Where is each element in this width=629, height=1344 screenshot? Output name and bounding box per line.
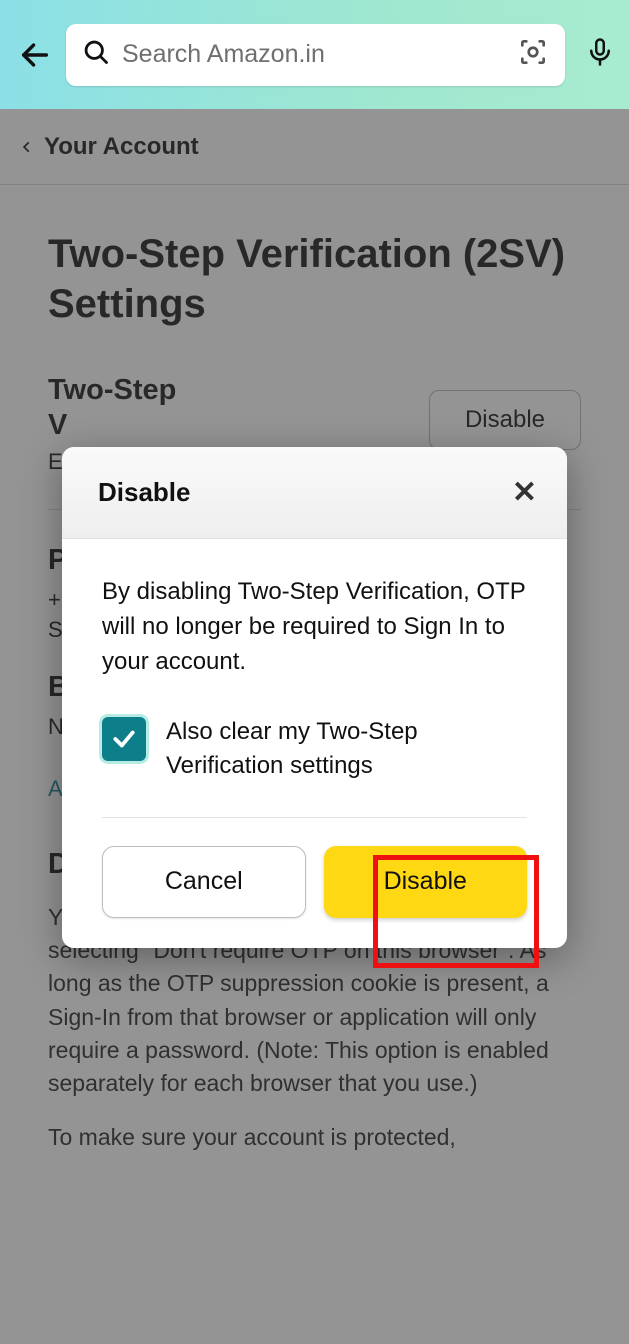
confirm-disable-button[interactable]: Disable: [324, 846, 528, 918]
close-icon[interactable]: ✕: [512, 475, 537, 510]
camera-lens-icon[interactable]: [517, 36, 549, 73]
divider: [102, 817, 527, 818]
search-input[interactable]: [122, 40, 509, 69]
modal-title: Disable: [98, 477, 191, 508]
cancel-button[interactable]: Cancel: [102, 846, 306, 918]
search-icon: [82, 38, 110, 71]
clear-settings-label: Also clear my Two-Step Verification sett…: [166, 715, 527, 782]
microphone-icon[interactable]: [585, 35, 615, 74]
back-arrow-icon[interactable]: [18, 38, 52, 72]
check-icon: [111, 726, 137, 752]
disable-modal: Disable ✕ By disabling Two-Step Verifica…: [62, 447, 567, 948]
clear-settings-checkbox[interactable]: [102, 717, 146, 761]
modal-message: By disabling Two-Step Verification, OTP …: [102, 575, 527, 679]
search-bar[interactable]: [66, 24, 565, 86]
